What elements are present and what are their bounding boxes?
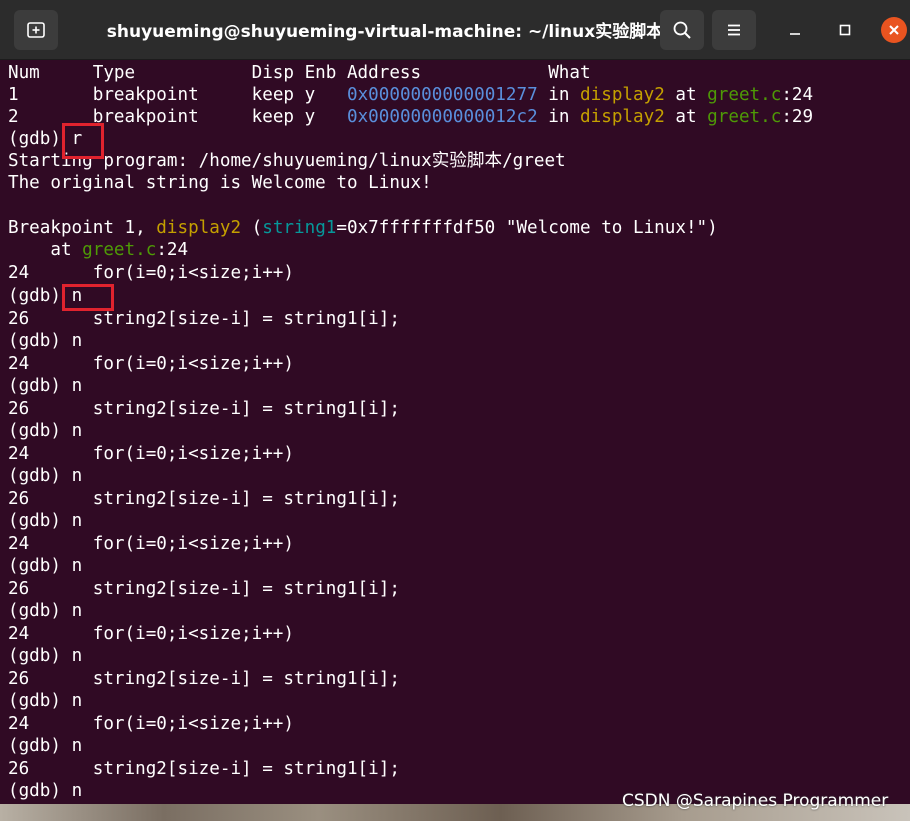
title-bar: shuyueming@shuyueming-virtual-machine: ~… — [0, 0, 910, 60]
terminal-output[interactable]: Num Type Disp Enb Address What 1 breakpo… — [0, 60, 910, 804]
run-command-highlight — [62, 123, 104, 159]
source-line-24: 24 for(i=0;i<size;i++) — [8, 713, 294, 734]
breakpoint-row: 2 breakpoint keep y 0x00000000000012c2 i… — [8, 107, 814, 127]
csdn-watermark: CSDN @Sarapines Programmer — [622, 791, 889, 811]
breakpoint-table-header: Num Type Disp Enb Address What — [8, 63, 591, 83]
search-button[interactable] — [660, 10, 704, 50]
source-line-26: 26 string2[size-i] = string1[i]; — [8, 668, 400, 689]
search-icon — [673, 21, 691, 39]
minimize-icon — [790, 33, 800, 35]
source-line-26: 26 string2[size-i] = string1[i]; — [8, 488, 400, 509]
breakpoint-row: 1 breakpoint keep y 0x0000000000001277 i… — [8, 85, 814, 105]
new-tab-icon — [27, 22, 45, 38]
gdb-next-command: (gdb) n — [8, 736, 83, 756]
gdb-next-command: (gdb) n — [8, 691, 83, 711]
breakpoint-location-line: at greet.c:24 — [8, 240, 189, 260]
gdb-next-command: (gdb) n — [8, 646, 83, 666]
next-command-highlight — [62, 284, 114, 311]
close-button[interactable] — [881, 17, 907, 43]
source-line-24: 24 for(i=0;i<size;i++) — [8, 263, 294, 283]
menu-button[interactable] — [712, 10, 756, 50]
maximize-icon — [839, 24, 851, 36]
gdb-next-command: (gdb) n — [8, 556, 83, 576]
minimize-button[interactable] — [782, 17, 808, 43]
source-line-26: 26 string2[size-i] = string1[i]; — [8, 578, 400, 599]
close-icon — [889, 25, 899, 35]
program-output-line: The original string is Welcome to Linux! — [8, 173, 432, 193]
gdb-next-command: (gdb) n — [8, 466, 83, 486]
window-title: shuyueming@shuyueming-virtual-machine: ~… — [106, 22, 664, 42]
source-line-24: 24 for(i=0;i<size;i++) — [8, 443, 294, 464]
gdb-next-command: (gdb) n — [8, 331, 83, 351]
terminal-window: shuyueming@shuyueming-virtual-machine: ~… — [0, 0, 910, 804]
gdb-next-command: (gdb) n — [8, 781, 83, 801]
gdb-next-command: (gdb) n — [8, 601, 83, 621]
gdb-next-command: (gdb) n — [8, 421, 83, 441]
source-line-24: 24 for(i=0;i<size;i++) — [8, 623, 294, 644]
source-line-24: 24 for(i=0;i<size;i++) — [8, 353, 294, 374]
hamburger-menu-icon — [728, 24, 740, 36]
new-tab-button[interactable] — [14, 10, 58, 50]
gdb-next-command: (gdb) n — [8, 511, 83, 531]
source-line-26: 26 string2[size-i] = string1[i]; — [8, 758, 400, 779]
source-line-26: 26 string2[size-i] = string1[i]; — [8, 398, 400, 419]
gdb-next-command: (gdb) n — [8, 376, 83, 396]
breakpoint-hit-line: Breakpoint 1, display2 (string1=0x7fffff… — [8, 218, 718, 238]
maximize-button[interactable] — [832, 17, 858, 43]
source-line-24: 24 for(i=0;i<size;i++) — [8, 533, 294, 554]
